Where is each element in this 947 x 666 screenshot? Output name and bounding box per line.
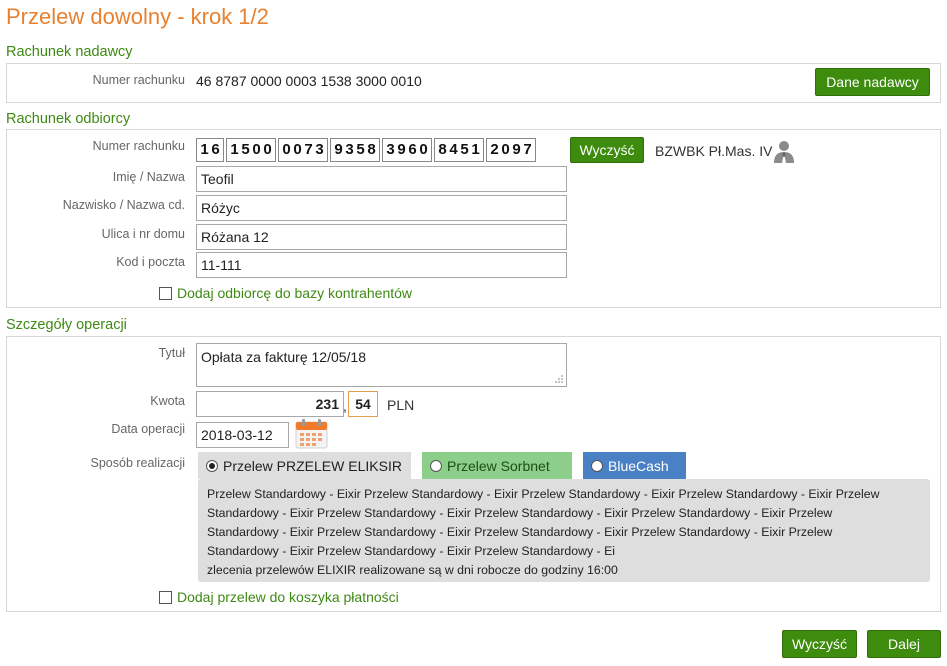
account-digit-group[interactable]: 9358 <box>330 138 380 162</box>
title-textarea[interactable]: Opłata za fakturę 12/05/18 <box>196 343 567 387</box>
account-digit: 1 <box>200 141 209 158</box>
calendar-icon[interactable] <box>295 418 328 449</box>
next-button[interactable]: Dalej <box>867 630 941 658</box>
account-digit: 1 <box>230 141 239 158</box>
account-digit: 6 <box>408 141 417 158</box>
date-label: Data operacji <box>111 422 185 436</box>
sender-details-button[interactable]: Dane nadawcy <box>815 68 930 96</box>
resize-grip-icon[interactable] <box>555 375 563 383</box>
account-digit-group[interactable]: 0073 <box>278 138 328 162</box>
amount-decimal-input[interactable]: 54 <box>348 391 378 417</box>
account-digit: 1 <box>471 141 480 158</box>
recipient-postal-input[interactable]: 11-111 <box>196 252 567 278</box>
recipient-surname-label: Nazwisko / Nazwa cd. <box>62 198 185 212</box>
amount-label: Kwota <box>150 394 185 408</box>
add-contractor-label[interactable]: Dodaj odbiorcę do bazy kontrahentów <box>177 285 412 301</box>
account-digit: 5 <box>356 141 365 158</box>
recipient-clear-button[interactable]: Wyczyść <box>570 137 644 163</box>
add-basket-checkbox-box[interactable] <box>159 590 172 604</box>
account-digit: 9 <box>512 141 521 158</box>
account-digit: 0 <box>263 141 272 158</box>
account-digit-group[interactable]: 3960 <box>382 138 432 162</box>
recipient-postal-label: Kod i poczta <box>116 255 185 269</box>
info-line: zlecenia przelewów ELIXIR realizowane są… <box>207 563 618 577</box>
account-digit: 5 <box>460 141 469 158</box>
amount-integer-input[interactable]: 231 <box>196 391 344 417</box>
account-digit-group[interactable]: 2097 <box>486 138 536 162</box>
person-icon[interactable] <box>772 139 796 163</box>
info-line: Standardowy - Eixir Przelew Standardowy … <box>207 525 833 539</box>
radio-eliksir[interactable] <box>206 459 218 472</box>
method-label: Sposób realizacji <box>90 456 186 470</box>
account-digit: 0 <box>293 141 302 158</box>
account-digit: 4 <box>449 141 458 158</box>
tab-eliksir-label: Przelew PRZELEW ELIKSIR <box>223 457 402 474</box>
account-digit: 0 <box>419 141 428 158</box>
account-digit: 2 <box>490 141 499 158</box>
info-line: Standardowy - Eixir Przelew Standardowy … <box>207 544 616 558</box>
account-digit: 3 <box>386 141 395 158</box>
add-contractor-checkbox[interactable]: Dodaj odbiorcę do bazy kontrahentów <box>159 285 412 301</box>
recipient-section-title: Rachunek odbiorcy <box>6 111 131 127</box>
account-digit: 6 <box>211 141 220 158</box>
account-digit: 8 <box>367 141 376 158</box>
account-digit: 5 <box>241 141 250 158</box>
account-digit: 0 <box>252 141 261 158</box>
amount-separator: , <box>343 398 347 414</box>
account-digit: 0 <box>501 141 510 158</box>
operation-section-title: Szczegóły operacji <box>6 317 127 333</box>
account-digit: 0 <box>282 141 291 158</box>
radio-bluecash[interactable] <box>591 459 603 472</box>
tab-sorbnet-label: Przelew Sorbnet <box>447 457 550 474</box>
recipient-street-label: Ulica i nr domu <box>101 227 185 241</box>
sender-section-title: Rachunek nadawcy <box>6 44 133 60</box>
method-info-box: Przelew Standardowy - Eixir Przelew Stan… <box>198 479 930 582</box>
tab-eliksir[interactable]: Przelew PRZELEW ELIKSIR <box>198 452 411 479</box>
title-value: Opłata za fakturę 12/05/18 <box>201 349 366 365</box>
sender-account-value: 46 8787 0000 0003 1538 3000 0010 <box>196 73 422 89</box>
add-basket-label[interactable]: Dodaj przelew do koszyka płatności <box>177 589 399 605</box>
tab-bluecash[interactable]: BlueCash <box>583 452 686 479</box>
tab-bluecash-label: BlueCash <box>608 457 669 474</box>
date-input[interactable]: 2018-03-12 <box>196 422 289 448</box>
account-digit: 7 <box>304 141 313 158</box>
currency-label: PLN <box>387 397 415 413</box>
account-digit-group[interactable]: 16 <box>196 138 224 162</box>
recipient-account-label: Numer rachunku <box>92 139 185 153</box>
sender-account-label: Numer rachunku <box>92 73 185 87</box>
radio-sorbnet[interactable] <box>430 459 442 472</box>
recipient-surname-input[interactable]: Różyc <box>196 195 567 221</box>
add-basket-checkbox[interactable]: Dodaj przelew do koszyka płatności <box>159 589 399 605</box>
account-digit: 8 <box>438 141 447 158</box>
info-line: Standardowy - Eixir Przelew Standardowy … <box>207 506 833 520</box>
account-digit-group[interactable]: 8451 <box>434 138 484 162</box>
add-contractor-checkbox-box[interactable] <box>159 286 172 300</box>
account-digit: 3 <box>345 141 354 158</box>
info-line: Przelew Standardowy - Eixir Przelew Stan… <box>207 487 880 501</box>
recipient-name-input[interactable]: Teofil <box>196 166 567 192</box>
footer-clear-button[interactable]: Wyczyść <box>782 630 857 658</box>
account-digit-group[interactable]: 1500 <box>226 138 276 162</box>
tab-sorbnet[interactable]: Przelew Sorbnet <box>422 452 572 479</box>
recipient-name-label: Imię / Nazwa <box>112 170 185 184</box>
page-title: Przelew dowolny - krok 1/2 <box>6 4 269 29</box>
account-digit: 3 <box>315 141 324 158</box>
account-digit: 9 <box>397 141 406 158</box>
recipient-street-input[interactable]: Różana 12 <box>196 224 567 250</box>
account-digit: 9 <box>334 141 343 158</box>
bank-name: BZWBK Pł.Mas. IV <box>655 143 773 159</box>
title-label: Tytuł <box>158 346 185 360</box>
account-digit: 7 <box>523 141 532 158</box>
